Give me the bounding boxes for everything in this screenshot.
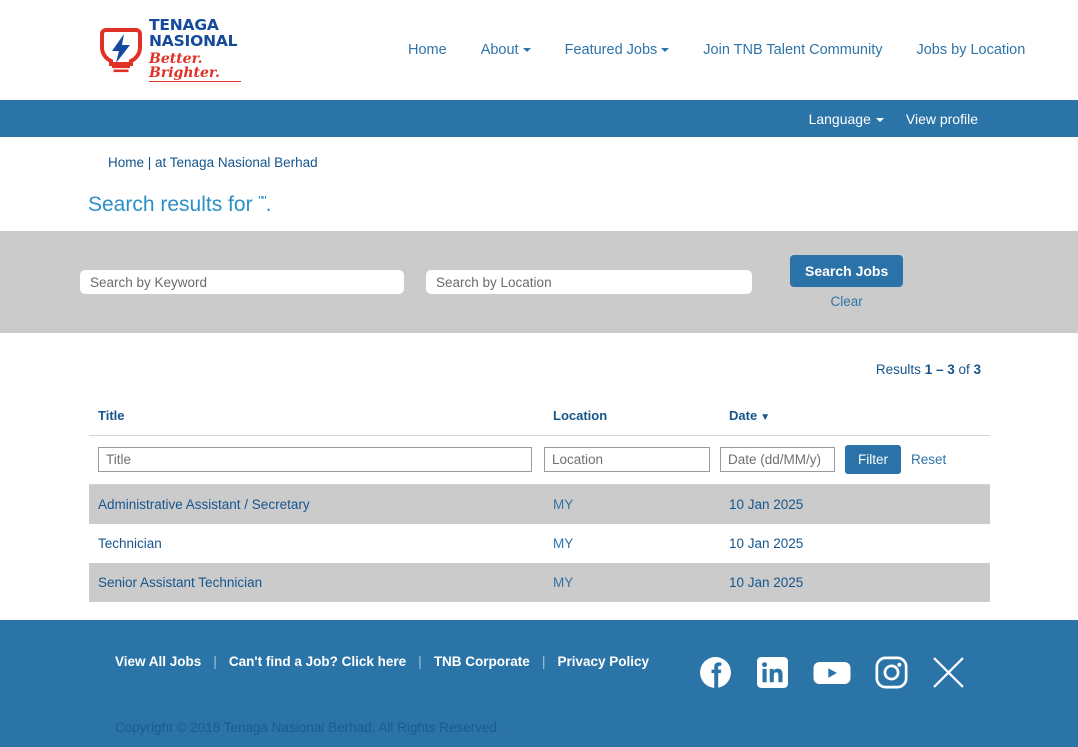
job-location-link[interactable]: MY [553,497,573,512]
nav-item-talent-community[interactable]: Join TNB Talent Community [703,42,882,58]
breadcrumb-area: Home | at Tenaga Nasional Berhad [0,137,1078,172]
search-jobs-button[interactable]: Search Jobs [790,255,904,287]
language-selector[interactable]: Language [809,111,884,127]
search-keyword-input[interactable] [80,270,404,294]
filter-actions: Filter Reset [720,445,990,474]
table-row[interactable]: Administrative Assistant / Secretary MY … [89,484,990,525]
copyright-text: Copyright © 2018 Tenaga Nasional Berhad.… [115,720,501,735]
page-title-query: "" [258,193,266,208]
social-media-links [699,656,965,689]
job-location-link[interactable]: MY [553,536,573,551]
filter-cell-title [89,435,544,485]
filter-button[interactable]: Filter [845,445,901,474]
logo-name-line2: NASIONAL [149,31,238,50]
footer-link-tnb-corporate[interactable]: TNB Corporate [434,654,530,669]
nav-item-jobs-by-location-label: Jobs by Location [916,42,1026,58]
nav-item-talent-community-label: Join TNB Talent Community [703,42,883,58]
jobs-table-header-row: Title Location Date ▼ [89,408,990,436]
footer-separator: | [541,653,546,669]
results-count-middle: of [954,362,974,377]
facebook-icon[interactable] [699,656,732,689]
language-selector-label: Language [808,110,871,127]
job-location-cell: MY [544,485,720,525]
clear-search-link[interactable]: Clear [831,294,863,309]
footer-separator: | [213,653,217,669]
jobs-table-wrapper: Title Location Date▼ Filt [89,408,990,602]
footer-link-cant-find-job[interactable]: Can't find a Job? Click here [229,654,406,669]
site-header: TENAGA NASIONAL Better. Brighter. Home A… [0,0,1078,100]
x-twitter-icon[interactable] [932,657,965,688]
table-row[interactable]: Senior Assistant Technician MY 10 Jan 20… [89,563,990,602]
nav-item-about[interactable]: About [481,42,531,58]
column-header-location[interactable]: Location [544,408,720,436]
nav-item-featured-jobs[interactable]: Featured Jobs [565,42,670,58]
search-location-input[interactable] [426,270,752,294]
site-footer: View All Jobs | Can't find a Job? Click … [0,620,1078,747]
site-logo[interactable]: TENAGA NASIONAL Better. Brighter. [100,17,290,82]
jobs-table-filter-row: Filter Reset [89,435,990,485]
jobs-table: Title Location Date▼ Filt [89,408,990,602]
nav-item-featured-jobs-label: Featured Jobs [564,42,658,58]
page-title-prefix: Search results for [88,193,259,216]
search-panel: Search Jobs Clear [0,231,1078,333]
job-date-cell: 10 Jan 2025 [729,536,804,551]
column-header-title-label: Title [98,408,125,423]
job-title-cell: Senior Assistant Technician [89,563,544,602]
page-title: Search results for "". [88,193,1078,217]
instagram-icon[interactable] [875,656,908,689]
logo-wordmark: TENAGA NASIONAL Better. Brighter. [149,17,241,82]
footer-separator: | [418,653,422,669]
nav-item-jobs-by-location[interactable]: Jobs by Location [916,42,1025,58]
job-title-cell: Technician [89,524,544,563]
job-date-cell: 10 Jan 2025 [729,497,804,512]
job-title-link[interactable]: Administrative Assistant / Secretary [98,497,310,512]
view-profile-link[interactable]: View profile [906,111,978,127]
column-header-date-label: Date [729,408,758,423]
logo-name: TENAGA NASIONAL [149,17,241,50]
tnb-lightbulb-logo-icon [100,28,142,73]
search-actions: Search Jobs Clear [790,255,904,309]
results-count-prefix: Results [875,362,925,377]
sort-descending-icon: ▼ [760,412,771,423]
main-navigation: Home About Featured Jobs Join TNB Talent… [408,42,1025,58]
filter-date-input[interactable] [720,447,835,472]
results-count: Results 1 – 3 of 3 [0,333,1078,377]
column-header-title[interactable]: Title [89,408,544,436]
results-count-range: 1 – 3 [924,362,955,377]
column-header-date[interactable]: Date ▼ [720,408,990,436]
column-header-location-label: Location [553,408,608,423]
linkedin-icon[interactable] [756,656,789,689]
filter-title-input[interactable] [98,447,532,472]
job-title-link[interactable]: Technician [98,536,162,551]
logo-tagline: Better. Brighter. [149,52,241,82]
job-location-cell: MY [544,563,720,602]
job-title-link[interactable]: Senior Assistant Technician [98,575,262,590]
page-root: TENAGA NASIONAL Better. Brighter. Home A… [0,0,1078,747]
results-count-total: 3 [973,362,981,377]
chevron-down-icon [661,48,670,53]
filter-location-input[interactable] [544,447,710,472]
filter-cell-date: Filter Reset [720,435,990,485]
chevron-down-icon [875,117,884,122]
utility-bar: Language View profile [0,100,1078,137]
nav-item-about-label: About [480,42,519,58]
nav-item-home[interactable]: Home [408,42,447,58]
footer-link-view-all-jobs[interactable]: View All Jobs [115,654,201,669]
filter-cell-location [544,435,720,485]
page-title-suffix: . [265,193,272,216]
reset-filters-link[interactable]: Reset [911,452,946,467]
table-row[interactable]: Technician MY 10 Jan 2025 [89,524,990,563]
youtube-icon[interactable] [813,659,851,687]
chevron-down-icon [522,48,531,53]
footer-link-privacy-policy[interactable]: Privacy Policy [557,654,649,669]
job-date-cell: 10 Jan 2025 [729,575,804,590]
job-location-cell: MY [544,524,720,563]
nav-item-home-label: Home [408,42,447,58]
job-location-link[interactable]: MY [553,575,573,590]
job-title-cell: Administrative Assistant / Secretary [89,485,544,525]
breadcrumb[interactable]: Home | at Tenaga Nasional Berhad [108,155,318,170]
